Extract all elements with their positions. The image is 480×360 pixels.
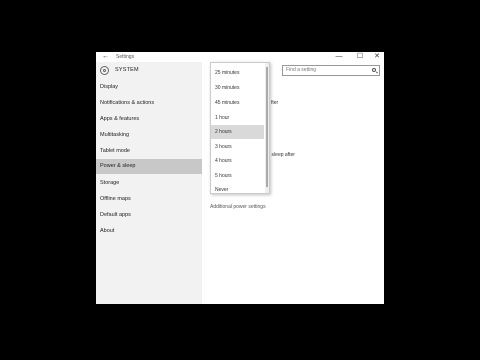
option-3-hours[interactable]: 3 hours <box>211 140 264 154</box>
option-never[interactable]: Never <box>211 183 264 197</box>
partial-screen-after-label: fter <box>271 100 279 106</box>
sidebar-item-offline-maps[interactable]: Offline maps <box>96 192 202 207</box>
option-4-hours[interactable]: 4 hours <box>211 154 264 168</box>
sidebar-item-storage[interactable]: Storage <box>96 176 202 191</box>
search-icon[interactable] <box>372 68 376 72</box>
timeout-dropdown-list[interactable]: 25 minutes 30 minutes 45 minutes 1 hour … <box>210 62 270 194</box>
sidebar-item-power-sleep[interactable]: Power & sleep <box>96 159 202 174</box>
system-label: SYSTEM <box>115 67 139 73</box>
sidebar-item-multitasking[interactable]: Multitasking <box>96 128 202 143</box>
search-input[interactable]: Find a setting <box>282 65 380 76</box>
additional-power-settings-link[interactable]: Additional power settings <box>210 204 266 210</box>
gear-icon <box>100 66 109 75</box>
partial-sleep-after-label: to sleep after <box>266 152 295 158</box>
settings-window: ← Settings — ☐ ✕ SYSTEM Display Notifica… <box>96 52 384 304</box>
window-title: Settings <box>116 54 135 60</box>
sidebar-item-display[interactable]: Display <box>96 80 202 95</box>
option-25-minutes[interactable]: 25 minutes <box>211 66 264 80</box>
title-bar: ← Settings — ☐ ✕ <box>96 52 384 62</box>
option-2-hours[interactable]: 2 hours <box>211 125 264 139</box>
minimize-button[interactable]: — <box>334 52 344 62</box>
system-header: SYSTEM <box>96 62 202 80</box>
scrollbar-thumb[interactable] <box>266 67 268 187</box>
option-1-hour[interactable]: 1 hour <box>211 111 264 125</box>
back-arrow-icon[interactable]: ← <box>102 52 109 62</box>
option-30-minutes[interactable]: 30 minutes <box>211 81 264 95</box>
option-5-hours[interactable]: 5 hours <box>211 169 264 183</box>
search-placeholder: Find a setting <box>286 67 317 73</box>
dropdown-scrollbar[interactable] <box>265 63 269 193</box>
sidebar-item-notifications[interactable]: Notifications & actions <box>96 96 202 111</box>
sidebar-item-about[interactable]: About <box>96 224 202 239</box>
maximize-button[interactable]: ☐ <box>355 52 365 62</box>
sidebar-item-apps[interactable]: Apps & features <box>96 112 202 127</box>
sidebar-item-tablet-mode[interactable]: Tablet mode <box>96 144 202 159</box>
close-button[interactable]: ✕ <box>372 52 382 62</box>
option-45-minutes[interactable]: 45 minutes <box>211 96 264 110</box>
sidebar-item-default-apps[interactable]: Default apps <box>96 208 202 223</box>
sidebar: SYSTEM Display Notifications & actions A… <box>96 62 202 304</box>
